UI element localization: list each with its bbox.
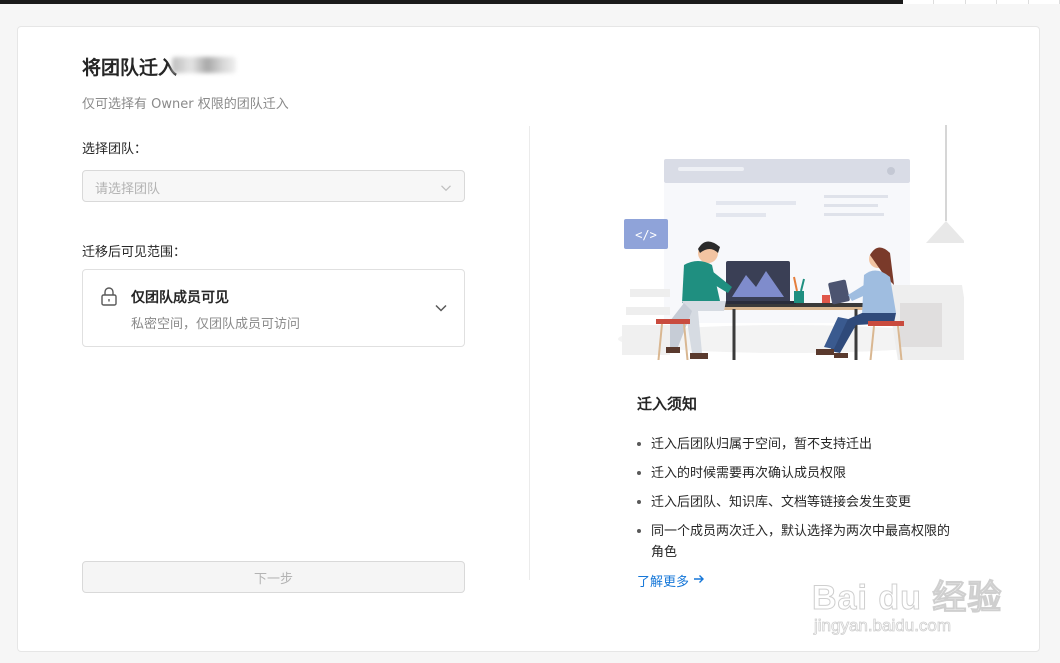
visibility-select[interactable]: 仅团队成员可见 私密空间，仅团队成员可访问 <box>82 269 465 347</box>
browser-top-bar <box>0 0 903 4</box>
arrow-right-icon <box>693 573 705 589</box>
notice-item: 同一个成员两次迁入，默认选择为两次中最高权限的角色 <box>637 521 951 563</box>
notice-item: 迁入后团队、知识库、文档等链接会发生变更 <box>637 492 967 513</box>
notice-item: 迁入的时候需要再次确认成员权限 <box>637 463 967 484</box>
form-panel: 将团队迁入 仅可选择有 Owner 权限的团队迁入 选择团队： 请选择团队 迁移… <box>82 27 466 651</box>
visibility-label: 迁移后可见范围： <box>82 245 187 260</box>
page-title: 将团队迁入 <box>82 57 178 79</box>
migration-notice: 迁入须知 迁入后团队归属于空间，暂不支持迁出 迁入的时候需要再次确认成员权限 迁… <box>637 393 967 590</box>
browser-tab-strip <box>903 0 1060 4</box>
notice-item: 迁入后团队归属于空间，暂不支持迁出 <box>637 434 967 455</box>
lock-icon <box>100 286 118 310</box>
chevron-down-icon <box>440 179 452 198</box>
chevron-down-icon <box>434 300 448 319</box>
next-step-button[interactable]: 下一步 <box>82 561 465 593</box>
team-select-label: 选择团队： <box>82 142 148 157</box>
learn-more-link[interactable]: 了解更多 <box>637 571 705 590</box>
team-select[interactable]: 请选择团队 <box>82 170 465 202</box>
blurred-title-suffix <box>172 57 236 73</box>
visibility-option-title: 仅团队成员可见 <box>131 290 229 306</box>
learn-more-label: 了解更多 <box>637 575 690 590</box>
notice-title: 迁入须知 <box>637 395 698 413</box>
page-subtitle: 仅可选择有 Owner 权限的团队迁入 <box>82 97 289 112</box>
team-working-illustration: </> <box>618 125 964 360</box>
visibility-option-desc: 私密空间，仅团队成员可访问 <box>131 317 301 332</box>
migrate-team-dialog: 将团队迁入 仅可选择有 Owner 权限的团队迁入 选择团队： 请选择团队 迁移… <box>17 26 1040 652</box>
team-select-placeholder: 请选择团队 <box>95 182 161 197</box>
vertical-divider <box>529 126 530 580</box>
notice-list: 迁入后团队归属于空间，暂不支持迁出 迁入的时候需要再次确认成员权限 迁入后团队、… <box>637 434 967 563</box>
svg-text:</>: </> <box>635 228 657 242</box>
